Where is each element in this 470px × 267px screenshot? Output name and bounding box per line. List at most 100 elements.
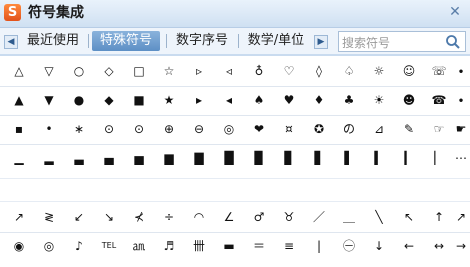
symbol-cell[interactable]: ▍ (366, 145, 392, 171)
symbol-cell[interactable]: ☛ (448, 116, 470, 142)
symbol-cell[interactable]: ✪ (306, 116, 332, 142)
symbol-cell[interactable]: ╲ (366, 204, 392, 230)
symbol-cell[interactable]: □ (126, 58, 152, 84)
symbol-cell[interactable]: ☀ (366, 87, 392, 113)
symbol-cell[interactable]: ▊ (276, 145, 302, 171)
symbol-cell[interactable]: ▉ (246, 145, 272, 171)
symbol-cell[interactable]: ♥ (276, 87, 302, 113)
tab-recent[interactable]: 最近使用 (24, 31, 82, 51)
symbol-cell[interactable]: ★ (156, 87, 182, 113)
symbol-cell[interactable]: TEL (96, 233, 122, 259)
tab-special-symbols[interactable]: 特殊符号 (92, 31, 160, 51)
symbol-cell[interactable]: ☆ (156, 58, 182, 84)
symbol-cell[interactable]: ▇ (186, 145, 212, 171)
symbol-cell[interactable]: ⊕ (156, 116, 182, 142)
symbol-cell[interactable]: ▎ (396, 145, 422, 171)
symbol-cell[interactable]: ♂ (246, 204, 272, 230)
symbol-cell[interactable]: ◎ (36, 233, 62, 259)
symbol-cell[interactable]: ÷ (156, 204, 182, 230)
symbol-cell[interactable]: ◉ (6, 233, 32, 259)
symbol-cell[interactable]: ≷ (36, 204, 62, 230)
symbol-cell[interactable]: ♬ (156, 233, 182, 259)
symbol-cell[interactable]: ♣ (336, 87, 362, 113)
symbol-cell[interactable]: ▁ (6, 145, 32, 171)
symbol-cell[interactable]: ■ (126, 87, 152, 113)
symbol-cell[interactable]: ♁ (246, 58, 272, 84)
symbol-cell[interactable]: ㊀ (336, 233, 362, 259)
symbol-cell[interactable]: ♠ (246, 87, 272, 113)
category-tab-bar: ◀ 最近使用 特殊符号 数字序号 数学/单位 ▶ (0, 28, 470, 56)
symbol-cell[interactable]: ⋯ (448, 145, 470, 171)
symbol-cell[interactable]: ▆ (156, 145, 182, 171)
symbol-cell[interactable]: ← (396, 233, 422, 259)
symbol-cell[interactable]: ↗ (6, 204, 32, 230)
symbol-cell[interactable]: ☻ (396, 87, 422, 113)
symbol-cell[interactable]: ♪ (66, 233, 92, 259)
symbol-cell[interactable]: ◇ (96, 58, 122, 84)
tab-math-units[interactable]: 数学/单位 (244, 31, 308, 51)
symbol-cell[interactable]: ↙ (66, 204, 92, 230)
symbol-cell[interactable]: ⊙ (126, 116, 152, 142)
symbol-cell[interactable]: 卌 (186, 233, 212, 259)
symbol-cell[interactable]: ◂ (216, 87, 242, 113)
tab-scroll-left-icon[interactable]: ◀ (4, 35, 18, 49)
symbol-cell[interactable]: の (336, 116, 362, 142)
symbol-cell[interactable]: ↓ (366, 233, 392, 259)
symbol-cell[interactable]: ▅ (126, 145, 152, 171)
symbol-cell[interactable]: ＝ (246, 233, 272, 259)
symbol-cell[interactable]: ▹ (186, 58, 212, 84)
close-icon[interactable]: ✕ (448, 5, 462, 19)
symbol-cell[interactable]: ▪ (6, 116, 32, 142)
symbol-cell[interactable]: ◊ (306, 58, 332, 84)
symbol-cell[interactable]: ○ (66, 58, 92, 84)
symbol-cell[interactable]: ☼ (366, 58, 392, 84)
symbol-cell[interactable]: ≡ (276, 233, 302, 259)
symbol-cell[interactable]: ● (66, 87, 92, 113)
symbol-cell[interactable]: ▸ (186, 87, 212, 113)
symbol-cell[interactable]: ▄ (96, 145, 122, 171)
symbol-cell[interactable]: ▌ (336, 145, 362, 171)
symbol-cell[interactable]: █ (216, 145, 242, 171)
symbol-cell[interactable]: ▽ (36, 58, 62, 84)
symbol-cell[interactable]: ⊖ (186, 116, 212, 142)
symbol-cell[interactable]: ⊙ (96, 116, 122, 142)
symbol-cell[interactable]: ♤ (336, 58, 362, 84)
tab-scroll-right-icon[interactable]: ▶ (314, 35, 328, 49)
tab-number-sequence[interactable]: 数字序号 (172, 31, 232, 51)
symbol-cell[interactable]: ㏂ (126, 233, 152, 259)
symbol-cell[interactable]: ＿ (336, 204, 362, 230)
symbol-cell[interactable]: ◃ (216, 58, 242, 84)
symbol-cell[interactable]: ⊿ (366, 116, 392, 142)
symbol-cell[interactable]: → (448, 233, 470, 259)
symbol-cell[interactable]: ❤ (246, 116, 272, 142)
search-input[interactable] (339, 34, 442, 52)
symbol-cell[interactable]: ↖ (396, 204, 422, 230)
symbol-cell[interactable]: ♉ (276, 204, 302, 230)
symbol-cell[interactable]: ✎ (396, 116, 422, 142)
symbol-cell[interactable]: ▬ (216, 233, 242, 259)
symbol-cell[interactable]: ◎ (216, 116, 242, 142)
symbol-cell[interactable]: ▂ (36, 145, 62, 171)
symbol-cell[interactable]: ／ (306, 204, 332, 230)
symbol-cell[interactable]: ▼ (36, 87, 62, 113)
symbol-cell[interactable]: ◆ (96, 87, 122, 113)
search-icon[interactable] (445, 34, 461, 50)
symbol-cell[interactable]: ↗ (448, 204, 470, 230)
symbol-cell[interactable]: △ (6, 58, 32, 84)
symbol-cell[interactable]: ∙ (448, 58, 470, 84)
symbol-cell[interactable]: ∙ (448, 87, 470, 113)
symbol-cell[interactable]: | (306, 233, 332, 259)
symbol-cell[interactable]: ♡ (276, 58, 302, 84)
symbol-cell[interactable]: ▃ (66, 145, 92, 171)
symbol-cell[interactable]: ∠ (216, 204, 242, 230)
symbol-cell[interactable]: ▲ (6, 87, 32, 113)
symbol-cell[interactable]: ∗ (66, 116, 92, 142)
symbol-cell[interactable]: ♦ (306, 87, 332, 113)
symbol-cell[interactable]: • (36, 116, 62, 142)
symbol-cell[interactable]: ☺ (396, 58, 422, 84)
symbol-cell[interactable]: ⊀ (126, 204, 152, 230)
symbol-cell[interactable]: ◠ (186, 204, 212, 230)
symbol-cell[interactable]: ▋ (306, 145, 332, 171)
symbol-cell[interactable]: ¤ (276, 116, 302, 142)
symbol-cell[interactable]: ↘ (96, 204, 122, 230)
